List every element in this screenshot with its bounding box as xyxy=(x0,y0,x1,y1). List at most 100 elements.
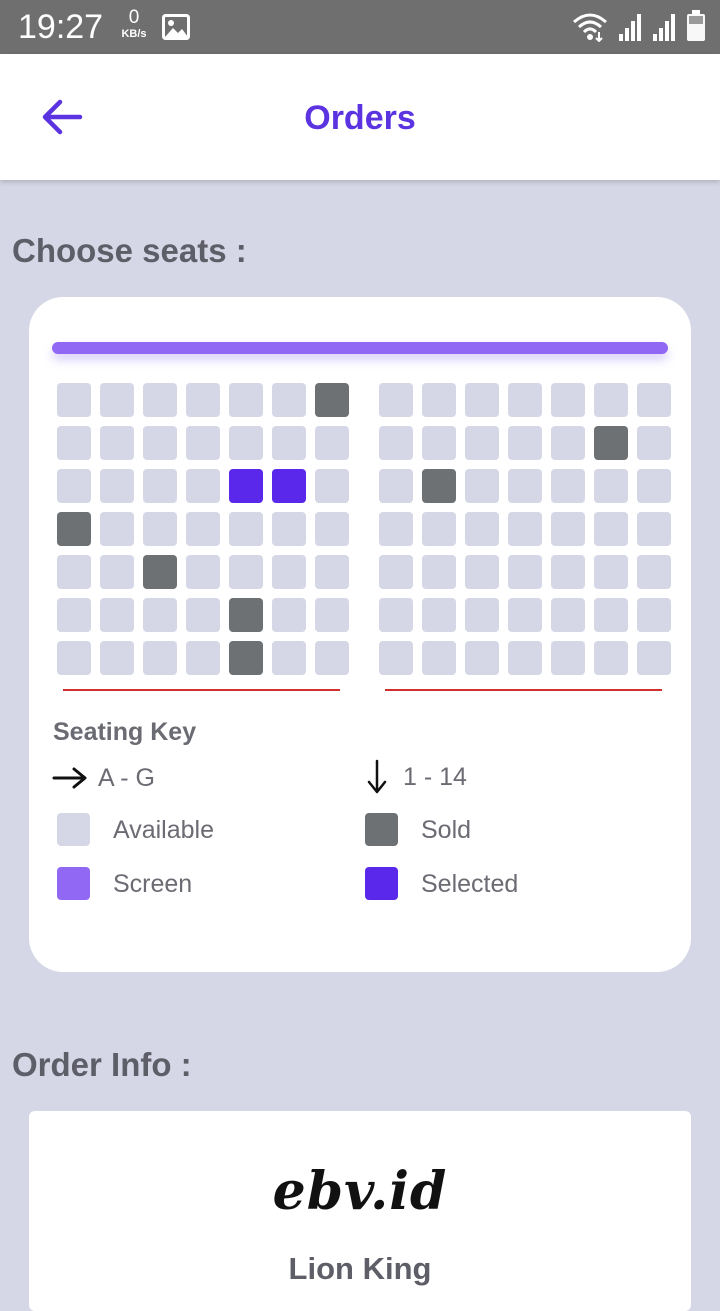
seat-available[interactable] xyxy=(551,512,585,546)
seat-map-card: Seating Key A - G 1 - 14 Available Sold … xyxy=(29,297,691,972)
seat-available[interactable] xyxy=(637,469,671,503)
seat-available[interactable] xyxy=(57,641,91,675)
seat-available[interactable] xyxy=(465,641,499,675)
seat-available[interactable] xyxy=(143,383,177,417)
seat-available[interactable] xyxy=(229,426,263,460)
key-sold-label: Sold xyxy=(421,815,472,844)
seat-available[interactable] xyxy=(508,512,542,546)
seat-available[interactable] xyxy=(315,512,349,546)
seat-available[interactable] xyxy=(551,555,585,589)
seat-available[interactable] xyxy=(186,512,220,546)
seat-available[interactable] xyxy=(422,555,456,589)
seat-available[interactable] xyxy=(57,383,91,417)
seat-available[interactable] xyxy=(594,641,628,675)
seat-available[interactable] xyxy=(637,512,671,546)
seat-available[interactable] xyxy=(100,426,134,460)
seat-available[interactable] xyxy=(422,512,456,546)
selected-swatch xyxy=(365,867,398,900)
seat-available[interactable] xyxy=(229,383,263,417)
seat-row xyxy=(379,598,673,632)
seat-available[interactable] xyxy=(100,512,134,546)
seat-available[interactable] xyxy=(100,383,134,417)
seat-available[interactable] xyxy=(422,641,456,675)
seat-available[interactable] xyxy=(508,469,542,503)
seat-available[interactable] xyxy=(186,641,220,675)
seat-available[interactable] xyxy=(379,469,413,503)
seat-available[interactable] xyxy=(379,426,413,460)
seat-available[interactable] xyxy=(551,426,585,460)
seat-available[interactable] xyxy=(551,598,585,632)
seat-available[interactable] xyxy=(143,469,177,503)
seat-available[interactable] xyxy=(637,598,671,632)
key-available-label: Available xyxy=(113,815,215,844)
seat-available[interactable] xyxy=(186,469,220,503)
seat-available[interactable] xyxy=(551,641,585,675)
seat-available[interactable] xyxy=(508,426,542,460)
seat-available[interactable] xyxy=(594,512,628,546)
order-info-title: Order Info : xyxy=(12,1046,192,1083)
seat-available[interactable] xyxy=(637,641,671,675)
seat-selected[interactable] xyxy=(272,469,306,503)
seat-available[interactable] xyxy=(272,598,306,632)
seat-available[interactable] xyxy=(379,641,413,675)
seat-available[interactable] xyxy=(143,426,177,460)
seat-available[interactable] xyxy=(143,512,177,546)
seat-available[interactable] xyxy=(100,598,134,632)
seat-available[interactable] xyxy=(465,469,499,503)
seat-available[interactable] xyxy=(594,598,628,632)
seat-row xyxy=(57,426,351,460)
seat-available[interactable] xyxy=(551,469,585,503)
seat-available[interactable] xyxy=(551,383,585,417)
seat-available[interactable] xyxy=(229,555,263,589)
seat-available[interactable] xyxy=(186,383,220,417)
seat-available[interactable] xyxy=(422,426,456,460)
seat-available[interactable] xyxy=(143,598,177,632)
seat-available[interactable] xyxy=(315,426,349,460)
battery-icon xyxy=(686,10,706,47)
seat-available[interactable] xyxy=(637,426,671,460)
seat-available[interactable] xyxy=(508,598,542,632)
seat-available[interactable] xyxy=(315,641,349,675)
seat-available[interactable] xyxy=(594,383,628,417)
seat-available[interactable] xyxy=(100,641,134,675)
seat-available[interactable] xyxy=(315,469,349,503)
seat-available[interactable] xyxy=(57,598,91,632)
seat-available[interactable] xyxy=(465,512,499,546)
seat-available[interactable] xyxy=(272,555,306,589)
seat-available[interactable] xyxy=(508,555,542,589)
seat-available[interactable] xyxy=(272,641,306,675)
seat-available[interactable] xyxy=(379,598,413,632)
seat-available[interactable] xyxy=(465,383,499,417)
seat-block-right xyxy=(379,383,673,684)
seat-available[interactable] xyxy=(465,598,499,632)
seat-available[interactable] xyxy=(637,383,671,417)
seat-available[interactable] xyxy=(315,598,349,632)
seat-available[interactable] xyxy=(379,512,413,546)
seat-available[interactable] xyxy=(465,426,499,460)
seat-available[interactable] xyxy=(379,383,413,417)
seat-available[interactable] xyxy=(272,383,306,417)
seat-available[interactable] xyxy=(186,555,220,589)
seat-available[interactable] xyxy=(100,555,134,589)
seat-available[interactable] xyxy=(143,641,177,675)
seat-available[interactable] xyxy=(186,426,220,460)
seat-available[interactable] xyxy=(508,641,542,675)
seat-available[interactable] xyxy=(186,598,220,632)
seat-available[interactable] xyxy=(594,469,628,503)
seat-available[interactable] xyxy=(594,555,628,589)
seat-available[interactable] xyxy=(229,512,263,546)
seat-available[interactable] xyxy=(422,598,456,632)
seat-selected[interactable] xyxy=(229,469,263,503)
seat-available[interactable] xyxy=(315,555,349,589)
seat-available[interactable] xyxy=(57,469,91,503)
seat-available[interactable] xyxy=(57,555,91,589)
seat-available[interactable] xyxy=(508,383,542,417)
seat-available[interactable] xyxy=(57,426,91,460)
seat-available[interactable] xyxy=(637,555,671,589)
seat-available[interactable] xyxy=(272,426,306,460)
seat-available[interactable] xyxy=(465,555,499,589)
seat-available[interactable] xyxy=(100,469,134,503)
seat-available[interactable] xyxy=(422,383,456,417)
seat-available[interactable] xyxy=(379,555,413,589)
seat-available[interactable] xyxy=(272,512,306,546)
